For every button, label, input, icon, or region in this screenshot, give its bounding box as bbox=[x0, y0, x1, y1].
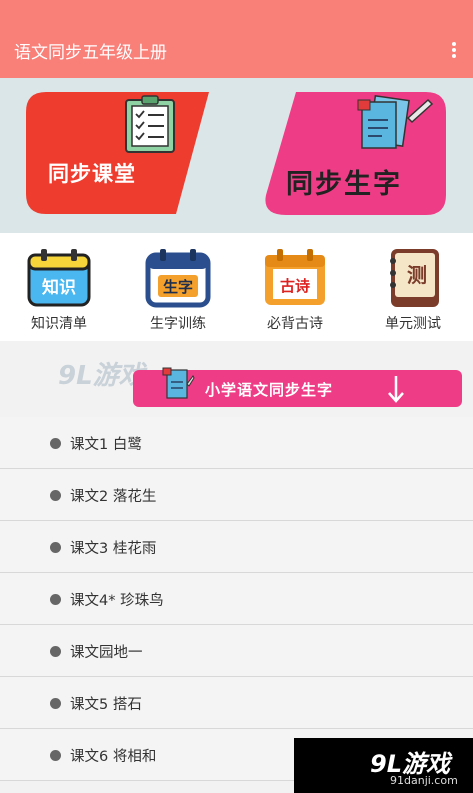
unit-test-label: 单元测试 bbox=[385, 316, 441, 332]
section-header-label: 小学语文同步生字 bbox=[205, 381, 334, 399]
lesson-row-1[interactable]: 课文1 白鹭 bbox=[0, 417, 473, 469]
lesson-title: 课文1 白鹭 bbox=[70, 437, 142, 453]
clipboard-checklist-icon bbox=[125, 95, 175, 153]
corner-logo: 9L游戏 91danji.com bbox=[294, 738, 473, 793]
more-vert-icon[interactable] bbox=[451, 42, 457, 58]
lesson-row-4[interactable]: 课文4* 珍珠鸟 bbox=[0, 573, 473, 625]
notebook-test-icon: 测 bbox=[379, 247, 447, 309]
lesson-title: 课文2 落花生 bbox=[70, 489, 157, 505]
lesson-row-6[interactable]: 课文5 搭石 bbox=[0, 677, 473, 729]
app-title: 语文同步五年级上册 bbox=[14, 43, 167, 63]
character-training-button[interactable]: 生字 生字训练 bbox=[133, 247, 223, 333]
lesson-list: 9L游戏 小学语文同步生字 课文1 白鹭 课文2 落花生 课文3 桂花雨 课文4… bbox=[0, 341, 473, 793]
sync-classroom-label: 同步课堂 bbox=[48, 162, 136, 186]
poems-button[interactable]: 古诗 必背古诗 bbox=[250, 247, 340, 333]
calendar-knowledge-icon: 知识 bbox=[25, 247, 93, 309]
bullet-icon bbox=[50, 542, 61, 553]
lesson-title: 课文园地一 bbox=[70, 645, 143, 661]
lesson-row-2[interactable]: 课文2 落花生 bbox=[0, 469, 473, 521]
sync-characters-card[interactable]: 同步生字 bbox=[262, 92, 446, 215]
bullet-icon bbox=[50, 594, 61, 605]
bullet-icon bbox=[50, 750, 61, 761]
section-header-button[interactable]: 小学语文同步生字 bbox=[133, 367, 462, 407]
calendar-poem-icon: 古诗 bbox=[261, 247, 329, 309]
bullet-icon bbox=[50, 698, 61, 709]
bullet-icon bbox=[50, 490, 61, 501]
app-bar: 语文同步五年级上册 bbox=[0, 0, 473, 78]
lesson-title: 课文4* 珍珠鸟 bbox=[70, 593, 164, 609]
lesson-row-3[interactable]: 课文3 桂花雨 bbox=[0, 521, 473, 573]
unit-test-button[interactable]: 测 单元测试 bbox=[368, 247, 458, 333]
bullet-icon bbox=[50, 646, 61, 657]
lesson-title: 课文6 将相和 bbox=[70, 749, 157, 765]
knowledge-list-label: 知识清单 bbox=[31, 316, 87, 332]
sync-classroom-card[interactable]: 同步课堂 bbox=[26, 92, 209, 214]
poems-label: 必背古诗 bbox=[267, 316, 323, 332]
banner-area: 同步课堂 同步生字 bbox=[0, 78, 473, 233]
quick-access-row: 知识 知识清单 生字 生字训练 古诗 必背古诗 测 单元测试 bbox=[0, 233, 473, 341]
knowledge-list-button[interactable]: 知识 知识清单 bbox=[14, 247, 104, 333]
corner-logo-site: 91danji.com bbox=[390, 774, 458, 787]
sync-characters-label: 同步生字 bbox=[286, 169, 402, 200]
character-training-label: 生字训练 bbox=[150, 316, 206, 332]
arrow-down-icon bbox=[388, 376, 404, 403]
calendar-characters-icon: 生字 bbox=[144, 247, 212, 309]
lesson-title: 课文5 搭石 bbox=[70, 697, 142, 713]
lesson-row-5[interactable]: 课文园地一 bbox=[0, 625, 473, 677]
lesson-title: 课文3 桂花雨 bbox=[70, 541, 157, 557]
books-icon bbox=[162, 367, 195, 399]
bullet-icon bbox=[50, 438, 61, 449]
